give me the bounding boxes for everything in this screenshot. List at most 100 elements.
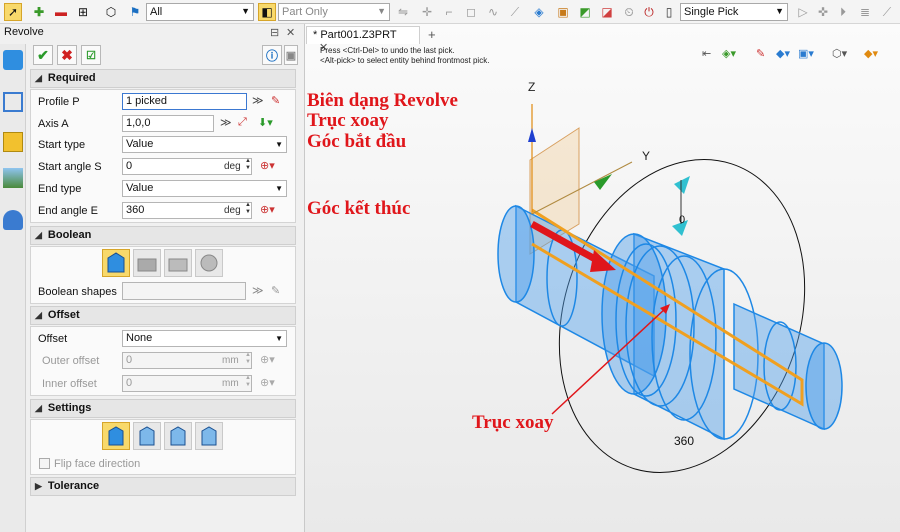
sketch-icon[interactable]: ◩ (576, 3, 594, 21)
settings-mode-4-button[interactable] (195, 422, 223, 450)
pick-point-icon[interactable]: ✛ (418, 3, 436, 21)
boolean-base-icon (107, 252, 125, 273)
hexagon-icon[interactable]: ⬡ (102, 3, 120, 21)
section-boolean[interactable]: ◢ Boolean (30, 226, 296, 245)
stop-icon[interactable]: ⏻ (640, 3, 658, 21)
apply-button[interactable]: ☑ (81, 45, 101, 65)
component-icon[interactable]: ▣ (554, 3, 572, 21)
boolean-shapes-input[interactable] (122, 282, 246, 300)
document-tab[interactable]: * Part001.Z3PRT ✕ (306, 26, 420, 54)
boolean-remove-button[interactable] (164, 249, 192, 277)
pick-mode-icon[interactable]: ▯ (660, 3, 678, 21)
end-angle-options-icon[interactable]: ⊕▾ (260, 203, 275, 216)
scope-select[interactable]: Part Only ▼ (278, 3, 390, 21)
close-panel-icon[interactable]: ✕ (286, 26, 295, 39)
render-icon[interactable]: ✎ (756, 47, 765, 60)
pick-face-icon[interactable]: ◻ (462, 3, 480, 21)
outer-offset-label: Outer offset (42, 355, 100, 367)
axis-options-icon[interactable]: ⬇▾ (258, 116, 273, 129)
profile-input[interactable]: 1 picked (122, 93, 247, 110)
boolean-intersect-button[interactable] (195, 249, 223, 277)
boolean-pick-icon[interactable]: ✎ (271, 284, 280, 297)
new-tab-icon[interactable]: + (428, 27, 436, 42)
cancel-button[interactable]: ✖ (57, 45, 77, 65)
z-axis-label: Z (528, 80, 536, 94)
part-box-icon[interactable] (3, 132, 23, 152)
select-arrow-icon[interactable]: ➚ (4, 3, 22, 21)
axis-expand-icon[interactable]: ≫ (220, 116, 232, 129)
pick-edge-icon[interactable]: ⟋ (506, 3, 524, 21)
pick-curve-icon[interactable]: ∿ (484, 3, 502, 21)
end-angle-spinner[interactable]: ▲ ▼ (245, 202, 253, 216)
wireframe-icon[interactable]: ▣▾ (798, 47, 814, 60)
section-tolerance[interactable]: ▶ Tolerance (30, 477, 296, 496)
boolean-add-button[interactable] (133, 249, 161, 277)
axis-input[interactable]: 1,0,0 (122, 115, 214, 132)
panel-title-text: Revolve (4, 26, 44, 38)
settings-mode-1-button[interactable] (102, 422, 130, 450)
panel-menu-button[interactable]: ▣ (284, 45, 298, 65)
profile-label: Profile P (38, 96, 80, 108)
remove-icon[interactable]: ▬ (52, 3, 70, 21)
history-icon[interactable]: ⏲ (620, 3, 638, 21)
section-offset[interactable]: ◢ Offset (30, 306, 296, 325)
pin-icon[interactable]: ⊟ (270, 26, 279, 39)
pick-select[interactable]: Single Pick ▼ (680, 3, 788, 21)
inner-offset-label: Inner offset (42, 378, 97, 390)
expand-chevron-icon[interactable]: ≫ (252, 94, 264, 107)
display-mode-icon[interactable]: ◈▾ (722, 47, 736, 60)
settings-mode-3-button[interactable] (164, 422, 192, 450)
left-icon-strip (0, 44, 26, 532)
nav-back-icon[interactable]: ▷ (794, 3, 812, 21)
outer-offset-options-icon[interactable]: ⊕▾ (260, 353, 275, 366)
annotation-axis-arrow: Trục xoay (472, 412, 554, 433)
play-icon[interactable]: ⏵ (834, 3, 852, 21)
user-icon[interactable] (3, 210, 23, 230)
start-type-select[interactable]: Value ▼ (122, 136, 287, 153)
toggle-icon[interactable]: ⇋ (394, 3, 412, 21)
start-angle-options-icon[interactable]: ⊕▾ (260, 159, 275, 172)
inner-offset-options-icon[interactable]: ⊕▾ (260, 376, 275, 389)
shade-icon[interactable]: ◆▾ (776, 47, 790, 60)
feature-icon[interactable]: ◪ (598, 3, 616, 21)
part-scope-icon[interactable]: ◧ (258, 3, 276, 21)
view-cube-icon[interactable]: ⬡▾ (832, 47, 847, 60)
exit-icon[interactable]: ⇤ (702, 47, 711, 60)
grid-filter-icon[interactable]: ⊞ (74, 3, 92, 21)
assembly-tree-icon[interactable] (3, 92, 23, 112)
offset-select[interactable]: None ▼ (122, 330, 287, 347)
ok-button[interactable]: ✔ (33, 45, 53, 65)
section-required[interactable]: ◢ Required (30, 69, 296, 88)
outer-offset-unit: mm (222, 355, 239, 366)
left-end-face (497, 205, 535, 303)
start-angle-label: Start angle S (38, 161, 102, 173)
nav-target-icon[interactable]: ✜ (814, 3, 832, 21)
image-icon[interactable] (3, 168, 23, 188)
start-angle-spinner[interactable]: ▲ ▼ (245, 158, 253, 172)
axis-pick-icon[interactable]: ⤢ (238, 116, 247, 129)
layer-icon[interactable]: ◈ (530, 3, 548, 21)
document-tab-label: * Part001.Z3PRT (313, 29, 397, 41)
settings-mode-3-icon (170, 426, 186, 446)
stack-icon[interactable]: ≣ (856, 3, 874, 21)
filter-icon[interactable]: ⚑ (126, 3, 144, 21)
pick-line-icon[interactable]: ⌐ (440, 3, 458, 21)
boolean-expand-icon[interactable]: ≫ (252, 284, 264, 297)
info-button[interactable]: ⓘ (262, 45, 282, 65)
profile-sketch-icon[interactable]: ✎ (271, 94, 280, 107)
line-tool-icon[interactable]: ⟋ (878, 3, 896, 21)
inner-offset-spinner[interactable]: ▲ ▼ (245, 375, 253, 389)
boolean-base-button[interactable] (102, 249, 130, 277)
outer-offset-spinner[interactable]: ▲ ▼ (245, 352, 253, 366)
right-end-face (805, 342, 843, 430)
view-orient-icon[interactable]: ◆▾ (864, 47, 878, 60)
flip-face-checkbox[interactable] (39, 458, 50, 469)
add-icon[interactable]: ✚ (30, 3, 48, 21)
settings-mode-2-button[interactable] (133, 422, 161, 450)
filter-select[interactable]: All ▼ (146, 3, 254, 21)
end-type-select[interactable]: Value ▼ (122, 180, 287, 197)
z-axis-arrow (528, 128, 536, 142)
section-settings[interactable]: ◢ Settings (30, 399, 296, 418)
revolve-feature-icon[interactable] (3, 50, 23, 70)
y-axis-arrow (594, 174, 612, 190)
